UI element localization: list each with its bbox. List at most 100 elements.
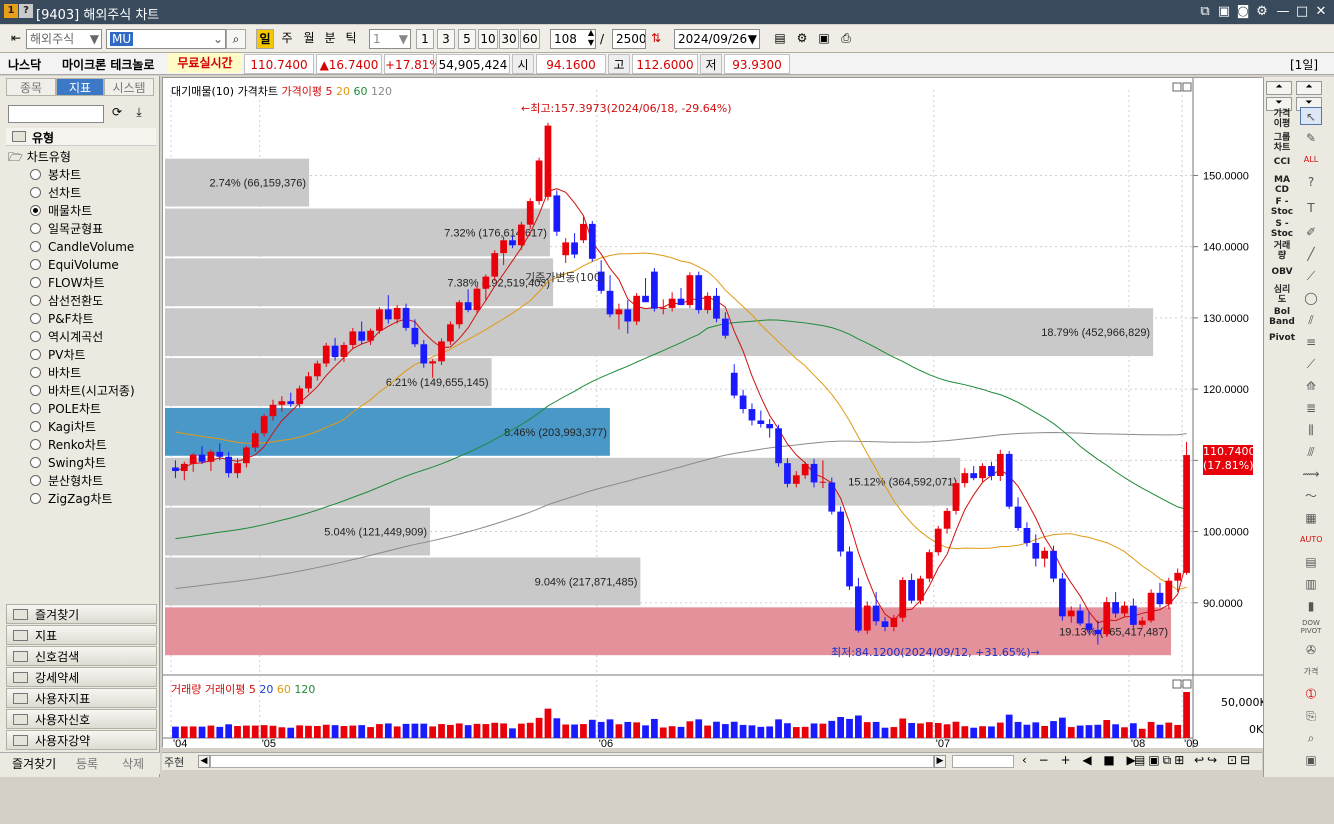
doc-tool-icon[interactable]: ▥ (1300, 575, 1322, 593)
maximize-button[interactable]: □ (1293, 3, 1311, 21)
indicator-macd-icon[interactable]: MA CD (1268, 175, 1296, 195)
period-tick[interactable]: 틱 (342, 29, 360, 49)
indicator-volume-icon[interactable]: 거래 량 (1268, 241, 1296, 261)
footer-delete[interactable]: 삭제 (122, 755, 144, 772)
radio-icon[interactable] (30, 457, 41, 468)
paint-tool-icon[interactable]: ✎ (1300, 129, 1322, 147)
cursor-tool-icon[interactable]: ↖ (1300, 107, 1322, 125)
nav-icons[interactable]: ‹ − + ◀ ■ ▶ (1022, 753, 1140, 767)
chart-type-item[interactable]: EquiVolume (30, 256, 119, 274)
search-icon[interactable]: ⌕ (226, 29, 246, 49)
symbol-input[interactable]: MU ⌄ (106, 29, 226, 49)
radio-icon[interactable] (30, 331, 41, 342)
settings-icon[interactable]: ⚙ (1253, 3, 1271, 21)
indicator-psy-icon[interactable]: 심리 도 (1268, 285, 1296, 305)
chart-type-item[interactable]: 분산형차트 (30, 472, 103, 490)
indicator-fstoc-icon[interactable]: F - Stoc (1268, 197, 1296, 217)
chart-type-item[interactable]: Kagi차트 (30, 418, 96, 436)
help-tool-icon[interactable]: ? (1300, 173, 1322, 191)
link-icon[interactable]: ⧉ (1196, 3, 1214, 21)
dow-pivot-icon[interactable]: DOW PIVOT (1300, 619, 1322, 637)
table-icon[interactable]: ▤ (770, 29, 790, 49)
close-button[interactable]: ✕ (1312, 3, 1330, 21)
radio-icon[interactable] (30, 367, 41, 378)
cycle-tool-icon[interactable]: ⫼ (1300, 421, 1322, 439)
chart-type-item[interactable]: CandleVolume (30, 238, 134, 256)
radio-icon[interactable] (30, 313, 41, 324)
indicator-price-ma-icon[interactable]: 가격 이평 (1268, 109, 1296, 129)
report-icon[interactable]: ▣ (1300, 751, 1322, 769)
view-icons[interactable]: ▤▣⧉⊞ ↩↪ ⊡⊟ (1134, 753, 1253, 768)
footer-favorites[interactable]: 즐겨찾기 (12, 755, 56, 772)
wave-tool-icon[interactable]: 〜 (1300, 487, 1322, 505)
indicator-search-input[interactable] (8, 105, 104, 123)
tools-icon[interactable]: ✇ (1300, 641, 1322, 659)
chart-type-item[interactable]: 선차트 (30, 184, 81, 202)
chart-type-item[interactable]: 바차트(시고저종) (30, 382, 135, 400)
indicator-obv-icon[interactable]: OBV (1268, 267, 1296, 277)
chart-type-item[interactable]: 바차트 (30, 364, 81, 382)
indicator-bollinger-icon[interactable]: Bol Band (1268, 307, 1296, 327)
total-input[interactable]: 2500 (612, 29, 646, 49)
auto-tool-icon[interactable]: AUTO (1300, 531, 1323, 549)
minimize-button[interactable]: — (1274, 3, 1292, 21)
circle-tool-icon[interactable]: ◯ (1300, 289, 1322, 307)
interval-30[interactable]: 30 (499, 29, 519, 49)
interval-1[interactable]: 1 (416, 29, 434, 49)
interval-10[interactable]: 10 (478, 29, 498, 49)
chart-svg[interactable]: 150.0000140.0000130.0000120.0000110.0000… (163, 78, 1263, 750)
interval-select[interactable]: 1 ▼ (369, 29, 411, 49)
radio-icon[interactable] (30, 385, 41, 396)
indicator-pivot-icon[interactable]: Pivot (1268, 333, 1296, 343)
tab-system[interactable]: 시스템 (104, 78, 154, 96)
list-tool-icon[interactable]: ▤ (1300, 553, 1322, 571)
print-icon[interactable]: ⎙ (836, 29, 856, 49)
radio-icon[interactable] (30, 277, 41, 288)
save-icon[interactable]: ▣ (814, 29, 834, 49)
adjust-icon[interactable]: ⇅ (648, 29, 664, 49)
left-folder-button[interactable]: 사용자지표 (6, 688, 157, 708)
speed-tool-icon[interactable]: ⟿ (1300, 465, 1322, 483)
chart-type-item[interactable]: 매물차트 (30, 202, 92, 220)
help-icon[interactable]: ? (19, 4, 33, 18)
radio-icon[interactable] (30, 403, 41, 414)
radio-icon[interactable] (30, 493, 41, 504)
back-icon[interactable]: ⇤ (6, 29, 26, 49)
marker-tool-icon[interactable]: ✐ (1300, 223, 1322, 241)
left-folder-button[interactable]: 사용자강약 (6, 730, 157, 750)
chart-type-item[interactable]: 삼선전환도 (30, 292, 103, 310)
period-week[interactable]: 주 (278, 29, 296, 49)
chart-type-item[interactable]: ZigZag차트 (30, 490, 112, 508)
radio-icon[interactable] (30, 259, 41, 270)
radio-icon[interactable] (30, 187, 41, 198)
collapse-up-icon[interactable]: ⏶ (1296, 81, 1322, 95)
chart-type-item[interactable]: FLOW차트 (30, 274, 105, 292)
scroll-left-icon[interactable]: ◀ (198, 755, 210, 768)
radio-icon[interactable] (30, 475, 41, 486)
scrollbar-track[interactable] (210, 755, 934, 768)
period-day[interactable]: 일 (256, 29, 274, 49)
count-input[interactable]: 108 ▲ ▼ (550, 29, 596, 49)
chart-type-item[interactable]: P&F차트 (30, 310, 94, 328)
footer-register[interactable]: 등록 (76, 755, 98, 772)
tab-indicator[interactable]: 지표 (56, 78, 104, 96)
left-folder-button[interactable]: 사용자신호 (6, 709, 157, 729)
radio-icon[interactable] (30, 439, 41, 450)
tree-root[interactable]: 유형 (6, 128, 156, 146)
chart-type-item[interactable]: 역시계곡선 (30, 328, 103, 346)
radio-icon[interactable] (30, 169, 41, 180)
radio-icon[interactable] (30, 223, 41, 234)
grid-tool-icon[interactable]: ▦ (1300, 509, 1322, 527)
radio-icon[interactable] (30, 295, 41, 306)
fan-tool-icon[interactable]: ⟰ (1300, 377, 1322, 395)
chart-type-item[interactable]: 일목균형표 (30, 220, 103, 238)
ray-tool-icon[interactable]: ⟋ (1300, 267, 1322, 285)
price-tag-icon[interactable]: 가격 (1300, 663, 1322, 681)
line-tool-icon[interactable]: ╱ (1300, 245, 1322, 263)
parallel-tool-icon[interactable]: ≡ (1300, 333, 1322, 351)
left-folder-button[interactable]: 지표 (6, 625, 157, 645)
all-tool-icon[interactable]: ALL (1300, 151, 1322, 169)
text-tool-icon[interactable]: T (1300, 199, 1322, 217)
alert-icon[interactable]: ➀ (1300, 685, 1322, 703)
scroll-right-icon[interactable]: ▶ (934, 755, 946, 768)
